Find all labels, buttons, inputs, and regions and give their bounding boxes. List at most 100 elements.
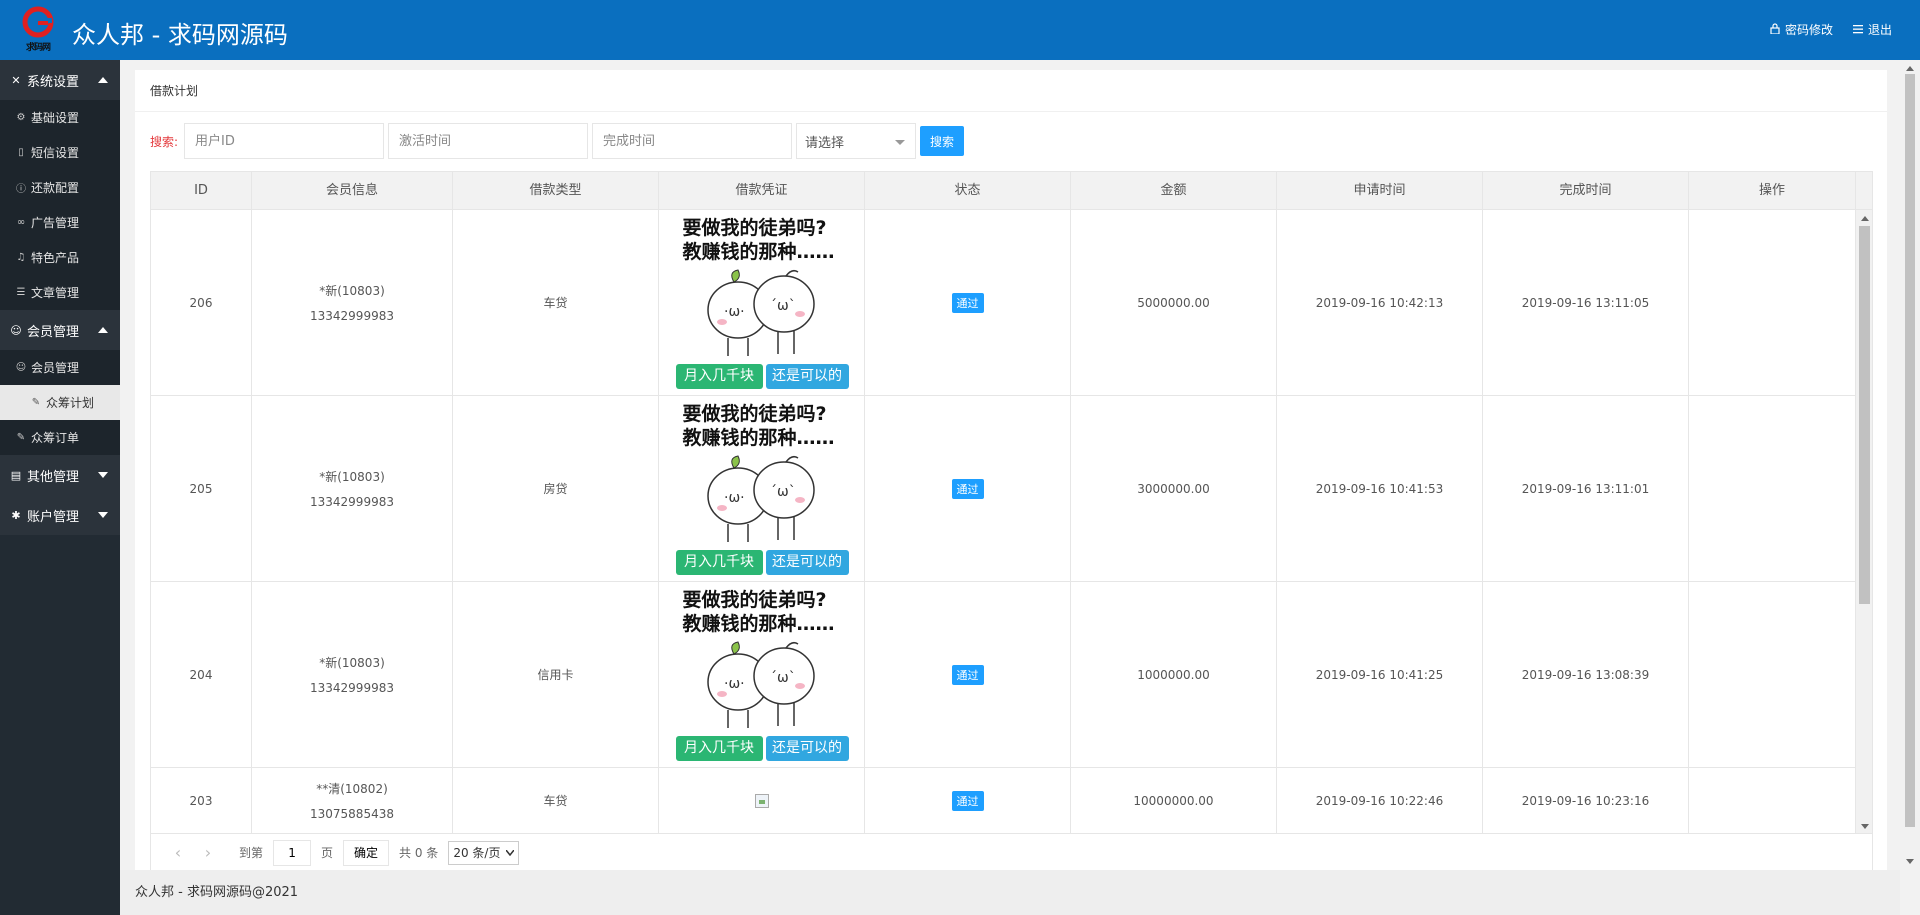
cell-complete-time: 2019-09-16 13:11:01 [1483,396,1689,581]
cartoon-figures-icon: ·ω· ´ω` [706,640,815,728]
cell-complete-time: 2019-09-16 10:23:16 [1483,768,1689,833]
sidebar-item-label: 短信设置 [31,146,80,160]
change-password-link[interactable]: 密码修改 [1770,21,1833,38]
sidebar-group-label: 其他管理 [27,469,80,485]
column-header[interactable]: 金额 [1071,172,1277,210]
sidebar-item-basic-settings[interactable]: ⚙ 基础设置 [0,100,120,135]
sidebar-group-member-management[interactable]: ☺ 会员管理 [0,310,120,350]
column-header[interactable]: 申请时间 [1277,172,1483,210]
column-header[interactable]: ID [151,172,252,210]
table-row: 204 *新(10803) 13342999983 信用卡 要做我的徒弟吗? 教赚… [151,582,1856,768]
cell-member: **清(10802) 13075885438 [252,768,453,833]
cartoon-figures-icon: ·ω· ´ω` [706,268,815,356]
total-count: 共 0 条 [399,846,439,860]
cell-complete-time: 2019-09-16 13:11:05 [1483,210,1689,395]
member-phone: 13342999983 [310,681,394,695]
caret-down-icon [98,472,108,478]
voucher-image[interactable]: 要做我的徒弟吗? 教赚钱的那种…… ·ω· ´ω` 月入几千块 还是可以的 [673,211,850,394]
voucher-image[interactable]: 要做我的徒弟吗? 教赚钱的那种…… ·ω· ´ω` 月入几千块 还是可以的 [673,397,850,580]
cell-member: *新(10803) 13342999983 [252,582,453,767]
member-name: *新(10803) [319,284,385,298]
complete-time-input[interactable] [592,123,793,159]
column-header[interactable]: 操作 [1689,172,1856,210]
meme-tag-right: 还是可以的 [765,735,849,761]
meme-tag-left: 月入几千块 [675,549,763,575]
cell-actions [1689,768,1856,833]
table-scroll-thumb[interactable] [1859,226,1870,604]
chevron-down-icon [506,849,515,856]
cell-apply-time: 2019-09-16 10:41:25 [1277,582,1483,767]
sidebar-item-featured-products[interactable]: ♫ 特色产品 [0,240,120,275]
tools-icon: ✕ [11,73,21,87]
cell-loan-type: 车贷 [453,768,659,833]
user-icon: ☺ [10,323,22,337]
member-phone: 13075885438 [310,807,394,821]
scroll-up-icon[interactable] [1906,66,1914,71]
table-header: ID 会员信息 借款类型 借款凭证 状态 金额 申请时间 完成时间 操作 [151,172,1872,210]
bell-icon: ♫ [16,252,26,263]
status-badge: 通过 [951,478,984,499]
search-bar: 搜索: 请选择 搜索 [150,123,965,159]
logo-text: 求码网 [25,43,51,53]
svg-text:·ω·: ·ω· [724,490,745,506]
page-size-select[interactable]: 20 条/页 [448,840,520,865]
page-scroll-thumb[interactable] [1905,74,1915,827]
column-header[interactable]: 状态 [865,172,1071,210]
meme-line1: 要做我的徒弟吗? [682,216,827,239]
sidebar-group-label: 系统设置 [27,74,80,90]
sidebar-item-ad-management[interactable]: ∞ 广告管理 [0,205,120,240]
cell-amount: 5000000.00 [1071,210,1277,395]
column-header[interactable]: 借款凭证 [659,172,865,210]
doc-icon: ▤ [10,468,22,482]
user-id-input[interactable] [184,123,385,159]
cell-status: 通过 [865,582,1071,767]
scroll-down-icon[interactable] [1861,824,1869,829]
member-name: *新(10803) [319,656,385,670]
sidebar-item-member-management[interactable]: ☺ 会员管理 [0,350,120,385]
page-unit-label: 页 [321,846,334,860]
scroll-down-icon[interactable] [1906,859,1914,864]
column-header[interactable]: 会员信息 [252,172,453,210]
voucher-image[interactable]: 要做我的徒弟吗? 教赚钱的那种…… ·ω· ´ω` 月入几千块 还是可以的 [673,583,850,766]
page-number-input[interactable] [273,839,312,866]
next-page-icon[interactable]: › [193,843,223,862]
sidebar-item-crowdfunding-orders[interactable]: ✎ 众筹订单 [0,420,120,455]
meme-tag-right: 还是可以的 [765,363,849,389]
scroll-up-icon[interactable] [1861,216,1869,221]
member-phone: 13342999983 [310,309,394,323]
cell-member: *新(10803) 13342999983 [252,210,453,395]
sidebar-item-article-management[interactable]: ☰ 文章管理 [0,275,120,310]
sidebar-item-crowdfunding-plan[interactable]: ✎ 众筹计划 [0,385,120,420]
sidebar-group-system-settings[interactable]: ✕ 系统设置 [0,60,120,100]
site-title: 众人邦 - 求码网源码 [72,21,288,49]
prev-page-icon[interactable]: ‹ [163,843,193,862]
member-phone: 13342999983 [310,495,394,509]
sidebar-item-sms-settings[interactable]: ▯ 短信设置 [0,135,120,170]
logout-link[interactable]: 退出 [1852,21,1892,38]
chevron-down-icon [895,140,906,145]
meme-tag-right: 还是可以的 [765,549,849,575]
activate-time-input[interactable] [388,123,589,159]
sidebar-item-repayment-config[interactable]: ⓘ 还款配置 [0,170,120,205]
column-header[interactable]: 完成时间 [1483,172,1689,210]
meme-line2: 教赚钱的那种…… [682,612,835,635]
goto-label: 到第 [239,846,264,860]
page-scrollbar[interactable] [1900,60,1920,870]
status-select[interactable]: 请选择 [796,123,917,159]
logout-label: 退出 [1867,23,1892,37]
cell-id: 204 [151,582,252,767]
sidebar-group-account-management[interactable]: ✱ 账户管理 [0,495,120,535]
site-logo[interactable]: 求码网 [16,6,60,54]
column-header[interactable]: 借款类型 [453,172,659,210]
top-header: 求码网 众人邦 - 求码网源码 密码修改 退出 [0,0,1920,60]
confirm-page-button[interactable]: 确定 [343,839,390,866]
cell-id: 206 [151,210,252,395]
svg-text:·ω·: ·ω· [724,676,745,692]
link-icon: ∞ [16,217,26,228]
broken-image-icon[interactable] [754,793,769,808]
table-scrollbar[interactable] [1855,210,1872,833]
gear-icon: ⚙ [16,112,26,123]
search-button[interactable]: 搜索 [920,126,965,156]
sidebar-group-label: 账户管理 [27,509,80,525]
sidebar-group-other-management[interactable]: ▤ 其他管理 [0,455,120,495]
